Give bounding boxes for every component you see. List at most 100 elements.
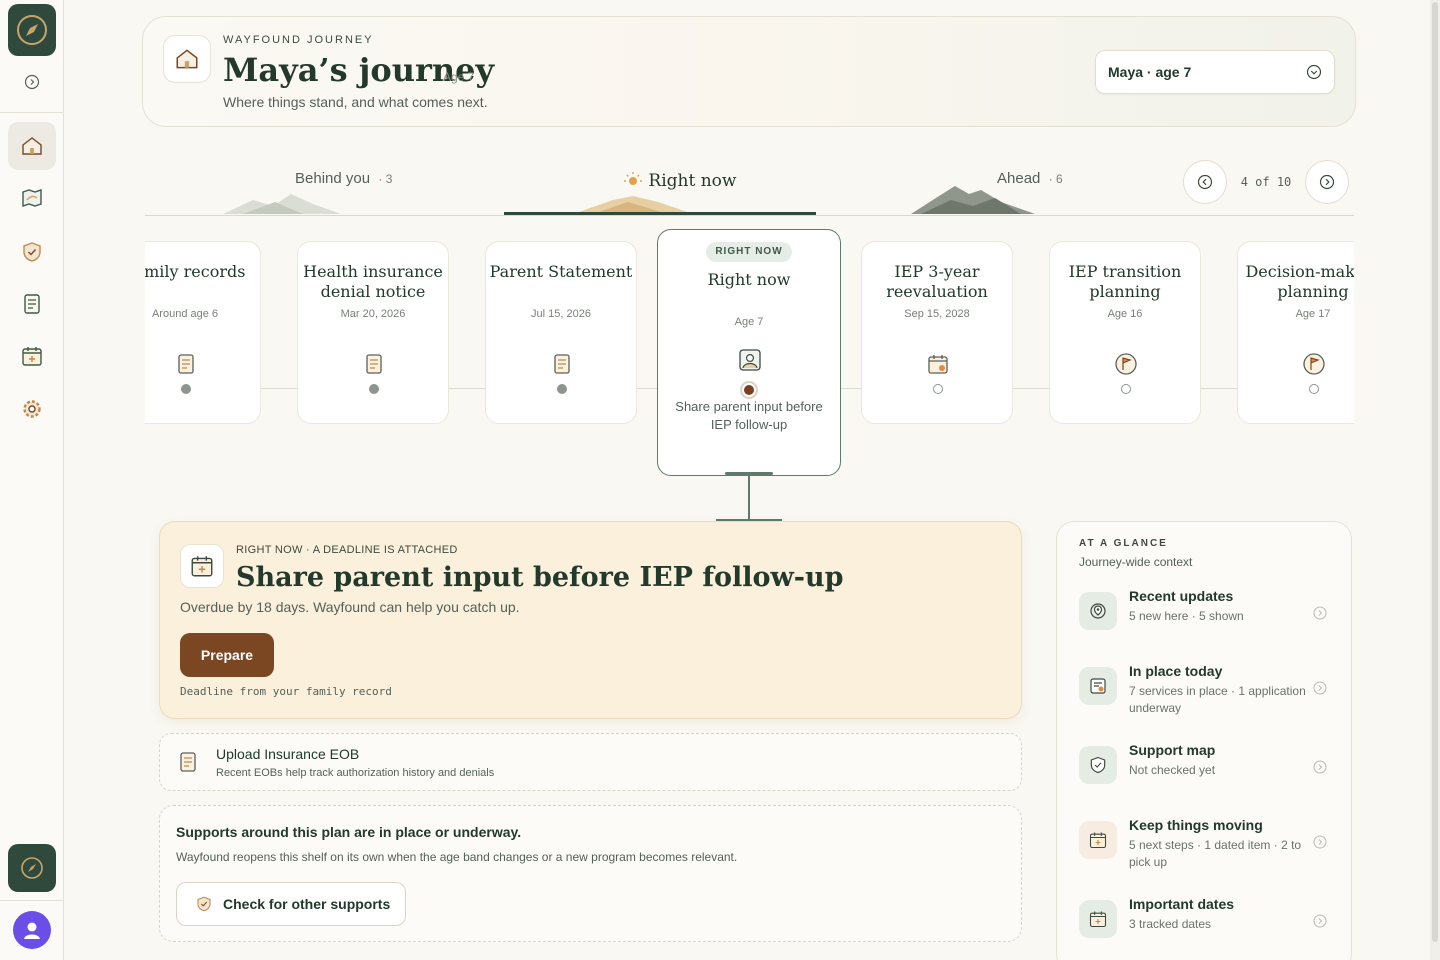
- supports-subtitle: Wayfound reopens this shelf on its own w…: [176, 850, 738, 864]
- milestone-date: Mar 20, 2026: [340, 308, 406, 320]
- milestone-card[interactable]: Decision-making planning Age 17: [1237, 241, 1354, 424]
- milestone-card[interactable]: IEP 3-year reevaluation Sep 15, 2028: [861, 241, 1013, 424]
- chevron-right-icon: [1313, 606, 1327, 620]
- focus-footnote: Deadline from your family record: [180, 685, 392, 698]
- milestone-title: IEP transition planning: [1068, 262, 1182, 301]
- chevron-left-icon: [1197, 174, 1213, 190]
- sidebar-item-map[interactable]: [8, 174, 56, 222]
- milestone-title: Decision-making planning: [1245, 262, 1354, 301]
- tab-ahead[interactable]: Ahead · 6: [997, 170, 1063, 187]
- compass-icon: [21, 857, 43, 879]
- glance-item-title: In place today: [1129, 663, 1223, 679]
- sidebar-item-supports[interactable]: [8, 228, 56, 276]
- focus-eyebrow: RIGHT NOW · A DEADLINE IS ATTACHED: [236, 544, 458, 556]
- shield-icon: [1090, 756, 1106, 774]
- glance-item-subtitle: 5 next steps · 1 dated item · 2 to pick …: [1129, 838, 1302, 869]
- page-scrollbar[interactable]: [1430, 0, 1440, 960]
- milestone-card[interactable]: Family records Around age 6: [145, 241, 261, 424]
- milestone-card[interactable]: Health insurance denial notice Mar 20, 2…: [297, 241, 449, 424]
- mountains-now-icon: [573, 196, 693, 214]
- current-status-dot: [740, 381, 758, 399]
- flag-icon: [1115, 353, 1137, 375]
- pager-status: 4 of 10: [1240, 175, 1292, 189]
- check-supports-button[interactable]: Check for other supports: [176, 882, 406, 926]
- glance-item-subtitle: Not checked yet: [1129, 763, 1216, 777]
- home-tile: [163, 35, 211, 83]
- checklist-icon: [1090, 678, 1106, 694]
- sidebar-item-settings[interactable]: [8, 385, 56, 433]
- calendar-icon: [928, 355, 948, 374]
- sidebar-item-calendar[interactable]: [8, 332, 56, 380]
- glance-item-subtitle: 7 services in place · 1 application unde…: [1129, 684, 1306, 715]
- compass-button[interactable]: [8, 844, 56, 892]
- next-button[interactable]: [1305, 160, 1349, 204]
- calendar-icon: [191, 556, 213, 577]
- supports-title: Supports around this plan are in place o…: [176, 824, 522, 840]
- compass-icon: [17, 15, 47, 45]
- journey-header: WAYFOUND JOURNEY Maya’s journey Age 7 Wh…: [142, 16, 1356, 127]
- milestone-status-dot: [181, 384, 191, 394]
- tab-right-now[interactable]: Right now: [623, 170, 736, 191]
- glance-item-subtitle: 3 tracked dates: [1129, 917, 1212, 931]
- chevron-right-icon: [1313, 914, 1327, 928]
- tab-ahead-count: · 6: [1048, 172, 1063, 186]
- gear-icon: [23, 400, 41, 418]
- glance-icon-tile: [1079, 592, 1117, 630]
- flag-icon: [1303, 353, 1325, 375]
- prepare-button[interactable]: Prepare: [180, 633, 274, 677]
- current-milestone-text: Share parent input before IEP follow-up: [675, 399, 823, 432]
- document-icon: [178, 354, 194, 374]
- expand-sidebar-icon[interactable]: [24, 74, 40, 90]
- document-icon: [554, 354, 570, 374]
- child-select[interactable]: Maya · age 7: [1095, 50, 1335, 94]
- glance-icon-tile: [1079, 900, 1117, 938]
- tab-right-now-label: Right now: [648, 171, 737, 191]
- upload-eob-item[interactable]: Upload Insurance EOB Recent EOBs help tr…: [159, 733, 1022, 791]
- age-label: Age 7: [443, 70, 475, 84]
- calendar-icon: [22, 347, 42, 366]
- chevron-right-icon: [1313, 681, 1327, 695]
- glance-subtitle: Journey-wide context: [1079, 555, 1193, 569]
- avatar[interactable]: [13, 911, 51, 949]
- sidebar-item-home[interactable]: [8, 122, 56, 170]
- chevron-right-icon: [1313, 760, 1327, 774]
- milestone-date: Around age 6: [151, 308, 219, 320]
- focus-card: RIGHT NOW · A DEADLINE IS ATTACHED Share…: [159, 521, 1022, 719]
- sun-icon: [624, 172, 642, 185]
- sidebar-divider: [0, 112, 64, 113]
- compass-logo[interactable]: [8, 4, 56, 56]
- location-pin-icon: [1090, 603, 1106, 619]
- shield-icon: [23, 242, 41, 262]
- connector: [725, 472, 773, 475]
- upload-subtitle: Recent EOBs help track authorization his…: [216, 767, 495, 779]
- glance-item-title: Support map: [1129, 742, 1216, 758]
- glance-eyebrow: AT A GLANCE: [1079, 538, 1168, 549]
- current-milestone-card[interactable]: RIGHT NOW Right now Age 7 Share parent i…: [657, 229, 841, 476]
- focus-subtitle: Overdue by 18 days. Wayfound can help yo…: [180, 599, 520, 615]
- tab-behind[interactable]: Behind you · 3: [295, 170, 392, 187]
- calendar-icon: [1089, 911, 1107, 928]
- focus-icon-tile: [180, 544, 224, 588]
- milestone-status-dot: [1121, 384, 1131, 394]
- portrait-icon: [739, 349, 761, 371]
- at-a-glance-panel: AT A GLANCE Journey-wide context Recent …: [1056, 521, 1352, 960]
- milestone-date: Sep 15, 2028: [904, 308, 970, 320]
- milestone-status-dot: [557, 384, 567, 394]
- milestone-strip: Family records Around age 6 Health insur…: [145, 228, 1354, 480]
- header-eyebrow: WAYFOUND JOURNEY: [223, 34, 374, 46]
- sidebar-item-documents[interactable]: [8, 280, 56, 328]
- scrollbar-thumb[interactable]: [1432, 2, 1438, 942]
- timeline-pager: 4 of 10: [1183, 160, 1349, 204]
- upload-title: Upload Insurance EOB: [216, 746, 360, 762]
- shield-icon: [197, 896, 211, 912]
- tab-behind-label: Behind you: [295, 170, 371, 187]
- glance-item-title: Important dates: [1129, 896, 1235, 912]
- previous-button[interactable]: [1183, 160, 1227, 204]
- mountains-behind-icon: [223, 194, 341, 214]
- milestone-card[interactable]: Parent Statement Jul 15, 2026: [485, 241, 637, 424]
- glance-item-title: Recent updates: [1129, 588, 1234, 604]
- milestone-card[interactable]: IEP transition planning Age 16: [1049, 241, 1201, 424]
- page-subtitle: Where things stand, and what comes next.: [223, 94, 488, 110]
- child-select-value: Maya · age 7: [1108, 64, 1192, 80]
- check-supports-label: Check for other supports: [223, 896, 391, 912]
